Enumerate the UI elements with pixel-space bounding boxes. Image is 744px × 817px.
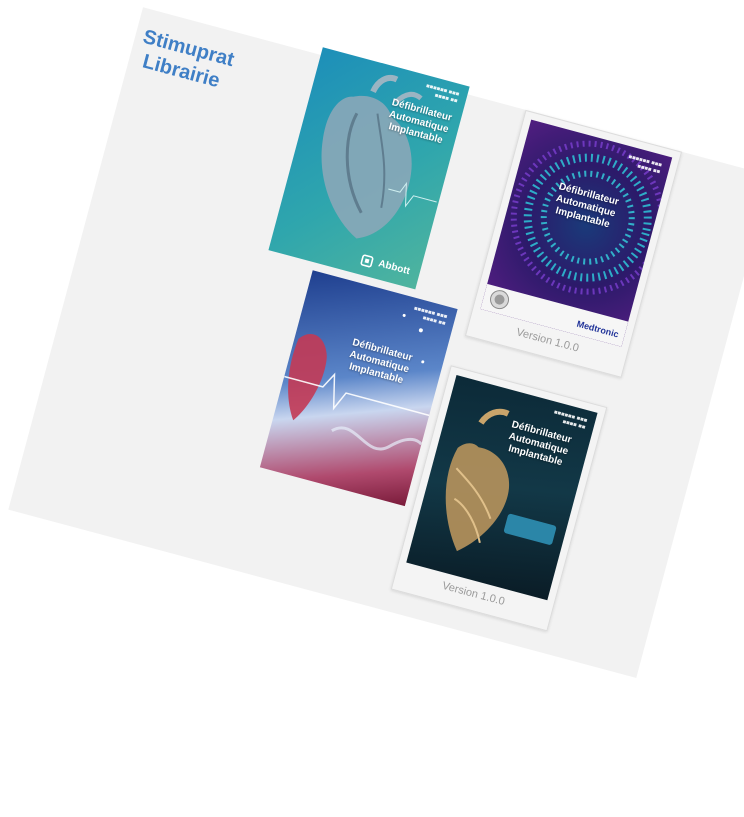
library-view: Stimuprat Librairie ■■■■■■ ■■■ ■■■■ ■■ Dé… <box>0 0 744 805</box>
